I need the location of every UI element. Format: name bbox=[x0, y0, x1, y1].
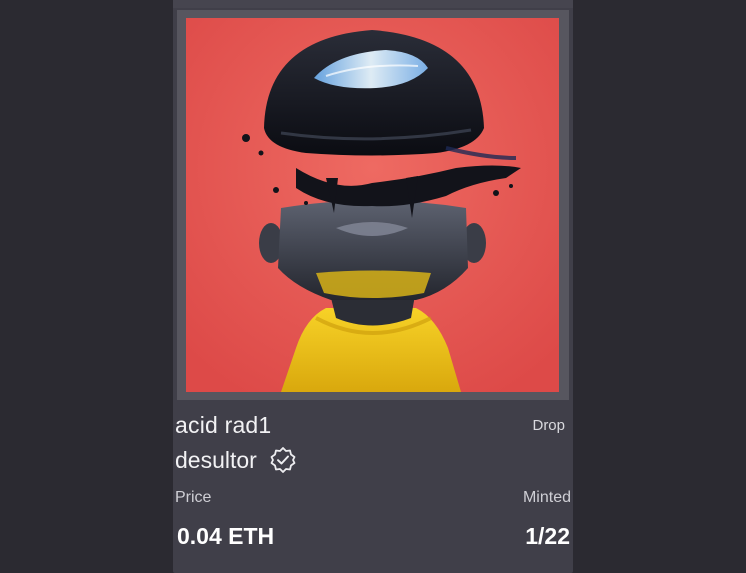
verified-badge-icon bbox=[269, 446, 297, 474]
creator-row[interactable]: desultor bbox=[175, 446, 297, 474]
price-label: Price bbox=[175, 489, 212, 506]
artwork-image[interactable] bbox=[186, 18, 559, 392]
drop-type-label: Drop bbox=[532, 417, 565, 434]
minted-label: Minted bbox=[522, 489, 571, 506]
artwork-frame[interactable] bbox=[177, 10, 569, 400]
price-value: 0.04 ETH bbox=[177, 523, 275, 549]
card-top-edge bbox=[173, 0, 573, 8]
creator-name[interactable]: desultor bbox=[175, 447, 257, 474]
minted-value: 1/22 bbox=[525, 523, 570, 549]
nft-title[interactable]: acid rad1 bbox=[175, 412, 271, 439]
nft-card[interactable]: acid rad1 Drop desultor Price Minted 0.0… bbox=[173, 0, 573, 573]
